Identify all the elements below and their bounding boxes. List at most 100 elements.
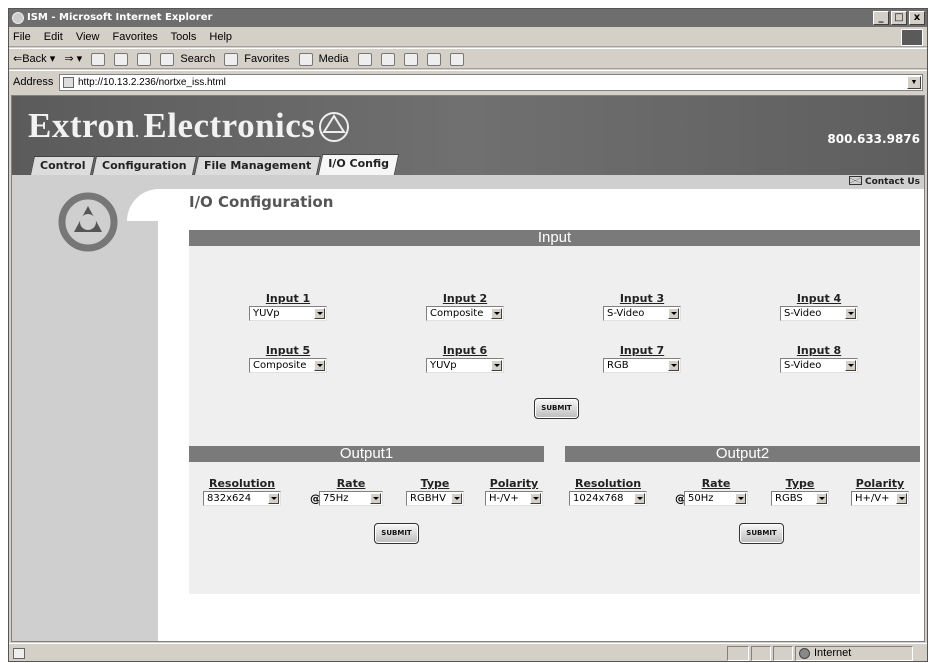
input-7-select[interactable]: RGB	[603, 358, 681, 373]
menu-help[interactable]: Help	[209, 31, 232, 43]
menu-view[interactable]: View	[76, 31, 100, 43]
output1-rate-select[interactable]: 75Hz	[319, 491, 383, 506]
tab-file-management[interactable]: File Management	[194, 156, 322, 175]
output2-polarity-select[interactable]: H+/V+	[851, 491, 909, 506]
output1-polarity-field: Polarity H-/V+	[485, 477, 543, 506]
output2-resolution-field: Resolution 1024x768	[569, 477, 647, 506]
input-5-label: Input 5	[265, 344, 311, 357]
output2-resolution-select[interactable]: 1024x768	[569, 491, 647, 506]
address-dropdown[interactable]: ▼	[907, 76, 921, 89]
status-cell	[751, 646, 771, 661]
back-button[interactable]: ⇐Back ▾	[13, 53, 55, 65]
sub-bar: Contact Us	[12, 175, 924, 189]
contact-us-link[interactable]: Contact Us	[848, 175, 920, 189]
ie-icon	[12, 12, 24, 24]
nav-tabs: Control Configuration File Management I/…	[29, 152, 400, 175]
minimize-button[interactable]: _	[873, 11, 889, 25]
phone-number: 800.633.9876	[827, 132, 920, 146]
page-content: Extron. Electronics 800.633.9876 Control…	[11, 95, 925, 642]
input-3-label: Input 3	[619, 292, 665, 305]
chevron-down-icon	[491, 308, 502, 319]
search-button[interactable]: Search	[180, 53, 215, 65]
status-bar: Internet	[9, 643, 927, 662]
history-icon[interactable]	[357, 52, 372, 66]
tab-control[interactable]: Control	[29, 156, 96, 175]
page-icon	[63, 77, 74, 88]
output2-submit-button[interactable]: SUBMIT	[739, 523, 784, 544]
edit-icon[interactable]	[426, 52, 441, 66]
menu-file[interactable]: File	[13, 31, 31, 43]
input-2-field: Input 2 Composite	[426, 292, 504, 321]
input-8-select[interactable]: S-Video	[780, 358, 858, 373]
output1-type-field: Type RGBHV	[406, 477, 464, 506]
chevron-down-icon	[845, 360, 856, 371]
envelope-icon	[848, 176, 862, 185]
brand-logo-text: Extron. Electronics	[28, 106, 316, 145]
input-1-select[interactable]: YUVp	[249, 306, 327, 321]
input-3-field: Input 3 S-Video	[603, 292, 681, 321]
favorites-icon	[224, 52, 239, 66]
print-icon[interactable]	[403, 52, 418, 66]
left-column	[12, 189, 159, 641]
close-button[interactable]: x	[909, 11, 925, 25]
config-panel: Input Input 1 YUVp Input 2 Composite Inp…	[189, 230, 920, 594]
chevron-down-icon	[634, 493, 645, 504]
input-6-field: Input 6 YUVp	[426, 344, 504, 373]
mail-icon[interactable]	[380, 52, 395, 66]
output2-type-field: Type RGBS	[771, 477, 829, 506]
input-8-label: Input 8	[796, 344, 842, 357]
input-4-select[interactable]: S-Video	[780, 306, 858, 321]
globe-icon	[799, 648, 810, 659]
discuss-icon[interactable]	[449, 52, 464, 66]
title-bar: ISM - Microsoft Internet Explorer _ □ x	[9, 9, 927, 27]
output2-type-select[interactable]: RGBS	[771, 491, 829, 506]
window-title: ISM - Microsoft Internet Explorer	[27, 12, 213, 23]
forward-button[interactable]: ⇒ ▾	[64, 53, 82, 65]
stop-icon[interactable]	[91, 52, 106, 66]
chevron-down-icon	[268, 493, 279, 504]
chevron-down-icon	[314, 360, 325, 371]
input-5-select[interactable]: Composite	[249, 358, 327, 373]
maximize-button[interactable]: □	[891, 11, 907, 25]
favorites-button[interactable]: Favorites	[244, 53, 289, 65]
output1-polarity-select[interactable]: H-/V+	[485, 491, 543, 506]
input-7-label: Input 7	[619, 344, 665, 357]
input-3-select[interactable]: S-Video	[603, 306, 681, 321]
output2-header: Output2	[565, 446, 920, 462]
output2-rate-select[interactable]: 50Hz	[684, 491, 748, 506]
menu-edit[interactable]: Edit	[44, 31, 63, 43]
media-button[interactable]: Media	[319, 53, 349, 65]
input-1-field: Input 1 YUVp	[249, 292, 327, 321]
chevron-down-icon	[668, 308, 679, 319]
address-input[interactable]: http://10.13.2.236/nortxe_iss.html ▼	[59, 74, 923, 91]
status-cell	[727, 646, 749, 661]
input-2-label: Input 2	[442, 292, 488, 305]
output1-rate-label: Rate	[336, 477, 366, 490]
menu-bar: File Edit View Favorites Tools Help	[9, 28, 927, 47]
output1-resolution-select[interactable]: 832x624	[203, 491, 281, 506]
output1-rate-field: Rate 75Hz	[319, 477, 383, 506]
input-2-select[interactable]: Composite	[426, 306, 504, 321]
media-icon	[298, 52, 313, 66]
input-header: Input	[189, 230, 920, 246]
output1-type-select[interactable]: RGBHV	[406, 491, 464, 506]
chevron-down-icon	[816, 493, 827, 504]
service-support-solutions-logo-icon	[58, 192, 118, 252]
search-icon	[160, 52, 175, 66]
chevron-down-icon	[896, 493, 907, 504]
tab-io-config[interactable]: I/O Config	[318, 154, 400, 175]
menu-favorites[interactable]: Favorites	[113, 31, 158, 43]
home-icon[interactable]	[137, 52, 152, 66]
output1-submit-button[interactable]: SUBMIT	[374, 523, 419, 544]
banner: Extron. Electronics 800.633.9876 Control…	[12, 96, 924, 175]
address-label: Address	[13, 76, 54, 88]
output1-header: Output1	[189, 446, 544, 462]
output2-type-label: Type	[785, 477, 815, 490]
windows-logo-icon	[901, 29, 923, 46]
input-6-select[interactable]: YUVp	[426, 358, 504, 373]
refresh-icon[interactable]	[114, 52, 129, 66]
input-submit-button[interactable]: SUBMIT	[534, 398, 579, 419]
tab-configuration[interactable]: Configuration	[92, 156, 198, 175]
menu-tools[interactable]: Tools	[171, 31, 197, 43]
address-bar: Address http://10.13.2.236/nortxe_iss.ht…	[9, 70, 927, 94]
